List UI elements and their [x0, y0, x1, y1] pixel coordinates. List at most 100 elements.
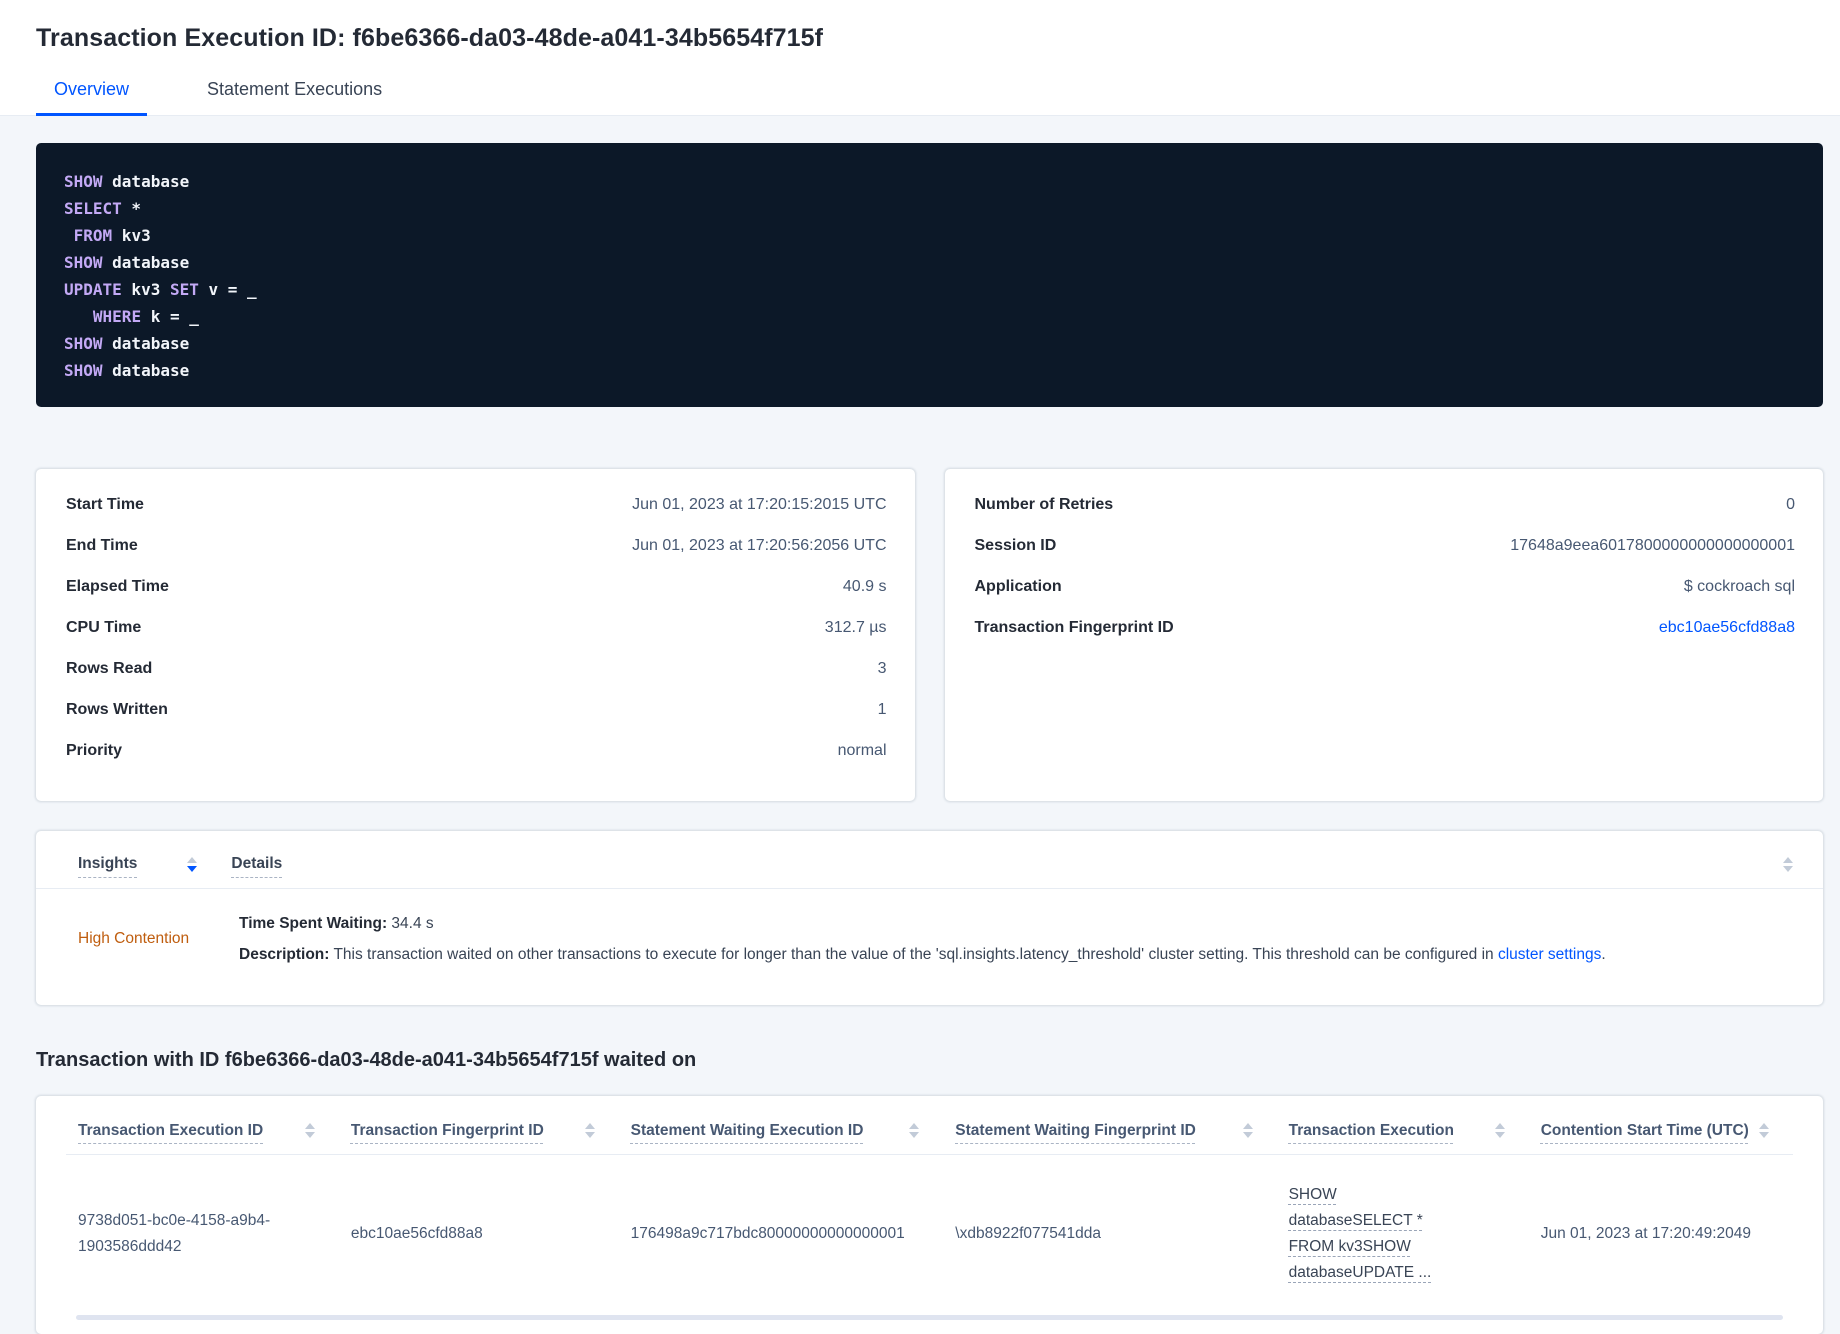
insight-details: Time Spent Waiting: 34.4 s Description: …: [239, 911, 1793, 967]
detail-row-start-time: Start Time Jun 01, 2023 at 17:20:15:2015…: [66, 496, 887, 537]
cell-transaction-execution-id: 9738d051-bc0e-4158-a9b4-1903586ddd42: [78, 1212, 271, 1255]
detail-value: 17648a9eea6017800000000000000001: [1510, 537, 1795, 554]
cell-transaction-execution: SHOW databaseSELECT * FROM kv3SHOW datab…: [1277, 1155, 1529, 1314]
sql-text: database: [102, 253, 190, 272]
detail-value: $ cockroach sql: [1683, 578, 1795, 595]
detail-value: 3: [877, 660, 887, 677]
sql-keyword: SHOW: [64, 253, 103, 272]
sql-keyword: SHOW: [64, 361, 103, 380]
execution-details-card: Start Time Jun 01, 2023 at 17:20:15:2015…: [36, 469, 915, 801]
tab-statement-executions[interactable]: Statement Executions: [189, 79, 400, 116]
detail-value: normal: [837, 742, 887, 759]
table-header-row: Transaction Execution ID Transaction Fin…: [66, 1098, 1793, 1155]
detail-row-rows-written: Rows Written 1: [66, 701, 887, 742]
detail-label: Transaction Fingerprint ID: [974, 619, 1174, 636]
sql-text: database: [102, 361, 190, 380]
page-title: Transaction Execution ID: f6be6366-da03-…: [36, 24, 824, 52]
column-header-statement-waiting-execution-id[interactable]: Statement Waiting Execution ID: [631, 1120, 864, 1141]
detail-row-retries: Number of Retries 0: [975, 496, 1796, 537]
sql-line: WHERE k = _: [64, 303, 1795, 330]
detail-label: Start Time: [66, 496, 144, 513]
sql-keyword: WHERE: [92, 307, 142, 326]
waited-on-heading: Transaction with ID f6be6366-da03-48de-a…: [36, 1049, 697, 1071]
detail-label: End Time: [66, 537, 138, 554]
sort-icon[interactable]: [584, 1123, 595, 1138]
cell-statement-waiting-fingerprint-id: \xdb8922f077541dda: [955, 1225, 1101, 1242]
sql-text: kv3: [112, 226, 151, 245]
insights-table-header: Insights Details: [36, 831, 1823, 889]
sql-keyword: SHOW: [64, 172, 103, 191]
sql-line: SHOW database: [64, 168, 1795, 195]
detail-label: CPU Time: [66, 619, 142, 636]
column-header-statement-waiting-fingerprint-id[interactable]: Statement Waiting Fingerprint ID: [955, 1120, 1196, 1141]
cell-statement-waiting-execution-id: 176498a9c717bdc80000000000000001: [630, 1225, 905, 1242]
summary-cards-row: Start Time Jun 01, 2023 at 17:20:15:2015…: [36, 469, 1823, 801]
description-period: .: [1601, 946, 1606, 963]
detail-value: 312.7 µs: [824, 619, 887, 636]
sort-icon[interactable]: [1494, 1123, 1505, 1138]
detail-value: 0: [1786, 496, 1795, 513]
sort-icon[interactable]: [1759, 1123, 1769, 1138]
detail-value: Jun 01, 2023 at 17:20:15:2015 UTC: [632, 496, 887, 513]
sql-line: SHOW database: [64, 330, 1795, 357]
tab-overview[interactable]: Overview: [36, 79, 148, 116]
sql-text: k = _: [141, 307, 199, 326]
insight-type-label: High Contention: [78, 930, 190, 947]
detail-row-cpu-time: CPU Time 312.7 µs: [66, 619, 887, 660]
detail-row-priority: Priority normal: [66, 742, 887, 783]
detail-label: Number of Retries: [974, 496, 1114, 513]
table-row: 9738d051-bc0e-4158-a9b4-1903586ddd42 ebc…: [66, 1155, 1793, 1314]
detail-row-elapsed-time: Elapsed Time 40.9 s: [66, 578, 887, 619]
column-header-transaction-execution[interactable]: Transaction Execution: [1289, 1120, 1454, 1141]
detail-value: 1: [877, 701, 887, 718]
tab-bar: Overview Statement Executions: [0, 79, 1840, 116]
sql-line: SHOW database: [64, 357, 1795, 384]
sql-keyword: SET: [169, 280, 199, 299]
insights-column-header[interactable]: Insights: [78, 855, 137, 873]
detail-label: Session ID: [974, 537, 1057, 554]
transaction-fingerprint-link[interactable]: ebc10ae56cfd88a8: [1659, 619, 1795, 637]
description-label: Description:: [239, 946, 330, 963]
waited-on-table: Transaction Execution ID Transaction Fin…: [66, 1098, 1793, 1313]
sort-icon[interactable]: [304, 1123, 315, 1138]
waited-on-table-card: Transaction Execution ID Transaction Fin…: [36, 1096, 1823, 1334]
waiting-label: Time Spent Waiting:: [239, 915, 388, 932]
cell-contention-start-time: Jun 01, 2023 at 17:20:49:2049: [1540, 1225, 1752, 1242]
sql-text: v = _: [198, 280, 257, 299]
cluster-settings-link[interactable]: cluster settings: [1498, 946, 1601, 963]
sql-text: *: [121, 199, 142, 218]
page-header: Transaction Execution ID: f6be6366-da03-…: [0, 0, 1840, 116]
sql-keyword: SELECT: [64, 199, 122, 218]
detail-row-rows-read: Rows Read 3: [66, 660, 887, 701]
sort-icon[interactable]: [1242, 1123, 1253, 1138]
column-header-transaction-execution-id[interactable]: Transaction Execution ID: [78, 1120, 263, 1141]
sort-icon[interactable]: [909, 1123, 920, 1138]
details-column-header[interactable]: Details: [231, 855, 282, 873]
column-header-transaction-fingerprint-id[interactable]: Transaction Fingerprint ID: [351, 1120, 544, 1141]
detail-row-end-time: End Time Jun 01, 2023 at 17:20:56:2056 U…: [66, 537, 887, 578]
detail-value: Jun 01, 2023 at 17:20:56:2056 UTC: [632, 537, 887, 554]
overview-content: SHOW database SELECT * FROM kv3 SHOW dat…: [0, 116, 1840, 1334]
sql-text: database: [102, 172, 190, 191]
sql-line: SELECT *: [64, 195, 1795, 222]
detail-row-transaction-fingerprint-id: Transaction Fingerprint ID ebc10ae56cfd8…: [975, 619, 1796, 660]
time-spent-waiting: Time Spent Waiting: 34.4 s: [239, 911, 1793, 936]
sort-icon[interactable]: [1783, 856, 1793, 872]
sql-line: UPDATE kv3 SET v = _: [64, 276, 1795, 303]
sort-icon[interactable]: [187, 856, 198, 872]
insight-row: High Contention Time Spent Waiting: 34.4…: [36, 889, 1823, 1005]
transaction-execution-link[interactable]: SHOW databaseSELECT * FROM kv3SHOW datab…: [1289, 1182, 1464, 1286]
detail-label: Priority: [66, 742, 123, 759]
waiting-value: 34.4 s: [387, 915, 434, 932]
session-details-card: Number of Retries 0 Session ID 17648a9ee…: [944, 469, 1823, 801]
detail-label: Rows Written: [66, 701, 168, 718]
description-text: This transaction waited on other transac…: [329, 946, 1498, 963]
detail-label: Rows Read: [66, 660, 153, 677]
detail-label: Elapsed Time: [66, 578, 169, 595]
column-header-contention-start-time[interactable]: Contention Start Time (UTC): [1541, 1120, 1749, 1141]
detail-row-session-id: Session ID 17648a9eea6017800000000000000…: [975, 537, 1796, 578]
sql-keyword: FROM: [73, 226, 113, 245]
detail-value: 40.9 s: [842, 578, 887, 595]
